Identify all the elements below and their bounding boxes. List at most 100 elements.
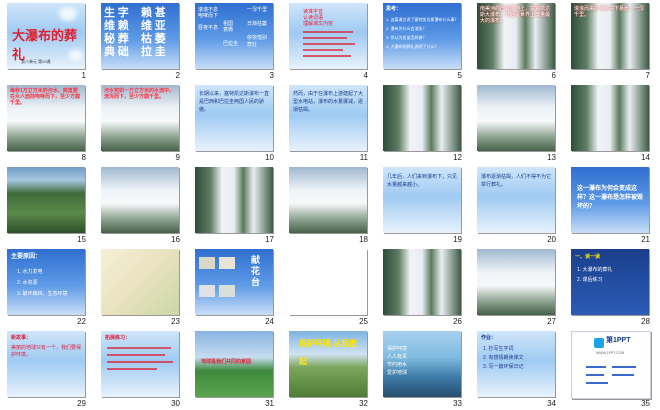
slide-number: 6 bbox=[551, 71, 556, 80]
slide-number: 32 bbox=[359, 399, 368, 408]
slide-number: 15 bbox=[77, 235, 86, 244]
slide-19-body: 几年后，人们来到瀑布下，只见水量越来越小。 bbox=[387, 174, 458, 188]
slide-2-col1: 生 字维 赖秘 葬典 础 bbox=[104, 7, 129, 58]
slide-11-canvas: 然而，由于在瀑布上游建起了大型水电站，瀑布的水量骤减，逐渐枯竭。 bbox=[289, 85, 367, 151]
slide-14-canvas bbox=[571, 85, 649, 151]
slide-thumb-19[interactable]: 几年后，人们来到瀑布下，只见水量越来越小。 19 bbox=[380, 164, 466, 246]
slide-10-body: 长期以来，塞特凯达斯瀑布一直是巴西和巴拉圭两国人民的骄傲。 bbox=[199, 91, 270, 113]
slide-thumb-5[interactable]: 思考： 1. 这篇课文讲了塞特凯达斯瀑布什么事？ 2. 瀑布为什么会消失？ 3. 你… bbox=[380, 0, 466, 82]
slide-number: 19 bbox=[453, 235, 462, 244]
slide-31-caption: 地球是我们共同的家园 bbox=[201, 359, 252, 365]
slide-21-canvas: 这一瀑布为何会变成这样？这一瀑布是怎样被毁坏的？ bbox=[571, 167, 649, 233]
slide-thumb-7[interactable]: 滚滚而来的河水冲下悬崖，一泻千里。 7 bbox=[568, 0, 654, 82]
slide-1-canvas: 大瀑布的葬礼 第八单元 第29课 bbox=[7, 3, 85, 69]
slide-thumb-17[interactable]: 17 bbox=[192, 164, 278, 246]
slide-24-caption: 献花台 bbox=[251, 255, 261, 287]
slide-thumb-30[interactable]: 拓展练习： 30 bbox=[98, 328, 184, 410]
slide-22-canvas: 主要原因： 1. 水力发电 2. 水资源 3. 破坏森林、生态环境 bbox=[7, 249, 85, 315]
slide-18-canvas bbox=[289, 167, 367, 233]
slide-number: 25 bbox=[359, 317, 368, 326]
slide-number: 3 bbox=[269, 71, 274, 80]
slide-thumb-16[interactable]: 16 bbox=[98, 164, 184, 246]
slide-33-body: 保护环境 人人有责 节约用水 爱护地球 bbox=[387, 346, 408, 376]
slide-4-canvas: 读准字音 认读词语 理解课文内容 bbox=[289, 3, 367, 69]
slide-thumb-27[interactable]: 27 bbox=[474, 246, 560, 328]
slide-number: 30 bbox=[171, 399, 180, 408]
slide-thumb-29[interactable]: 新故事： 美丽的地球只有一个，我们要保护环境。 29 bbox=[4, 328, 90, 410]
slide-6-body: 南美洲的巴拉那河上，塞特凯达斯大瀑布，曾经是世界上流量最大的瀑布。 bbox=[480, 6, 551, 25]
slide-28-canvas: 一、读一读 1. 大瀑布的葬礼 2. 课后练习 bbox=[571, 249, 649, 315]
slide-9-body: 河水宛如一万立方米的水流中，流泻而下，至少方圆千里。 bbox=[104, 88, 175, 101]
slide-20-body: 瀑布逐渐枯竭，人们不得不为它举行葬礼。 bbox=[481, 174, 552, 188]
slide-number: 14 bbox=[641, 153, 650, 162]
slide-thumb-23[interactable]: 23 bbox=[98, 246, 184, 328]
slide-35-canvas: 第1PPT WWW.1PPT.COM bbox=[571, 331, 651, 399]
slide-33-canvas: 保护环境 人人有责 节约用水 爱护地球 bbox=[383, 331, 461, 397]
slide-13-canvas bbox=[477, 85, 555, 151]
slide-number: 2 bbox=[175, 71, 180, 80]
slide-thumb-32[interactable]: 保护环境 从我做起 32 bbox=[286, 328, 372, 410]
slide-24-canvas: 献花台 bbox=[195, 249, 273, 315]
slide-2-col2: 赖 甚维 亚枯 萎拉 圭 bbox=[141, 7, 166, 58]
slide-number: 16 bbox=[171, 235, 180, 244]
slide-7-body: 滚滚而来的河水冲下悬崖，一泻千里。 bbox=[574, 6, 645, 19]
slide-thumb-20[interactable]: 瀑布逐渐枯竭，人们不得不为它举行葬礼。 20 bbox=[474, 164, 560, 246]
slide-thumb-34[interactable]: 作业： 1. 抄写生字词 2. 有感情朗读课文 3. 写一篇环保日记 34 bbox=[474, 328, 560, 410]
slide-thumb-31[interactable]: 地球是我们共同的家园 31 bbox=[192, 328, 278, 410]
slide-thumb-11[interactable]: 然而，由于在瀑布上游建起了大型水电站，瀑布的水量骤减，逐渐枯竭。 11 bbox=[286, 82, 372, 164]
slide-thumb-2[interactable]: 生 字维 赖秘 葬典 础 赖 甚维 亚枯 萎拉 圭 2 bbox=[98, 0, 184, 82]
slide-number: 8 bbox=[81, 153, 86, 162]
slide-10-canvas: 长期以来，塞特凯达斯瀑布一直是巴西和巴拉圭两国人民的骄傲。 bbox=[195, 85, 273, 151]
slide-thumb-25[interactable]: 25 bbox=[286, 246, 372, 328]
slide-28-body: 1. 大瀑布的葬礼 2. 课后练习 bbox=[577, 267, 613, 283]
slide-sorter-grid: 大瀑布的葬礼 第八单元 第29课 1 生 字维 赖秘 葬典 础 赖 甚维 亚枯 … bbox=[4, 0, 660, 410]
slide-1-subtitle: 第八单元 第29课 bbox=[21, 59, 51, 64]
slide-number: 22 bbox=[77, 317, 86, 326]
slide-35-url: WWW.1PPT.COM bbox=[596, 351, 625, 355]
slide-29-canvas: 新故事： 美丽的地球只有一个，我们要保护环境。 bbox=[7, 331, 85, 397]
slide-thumb-3[interactable]: 滚滚不息 咆哮而下 昼夜不息 祖国 衰微 巴拉圭 一泻千里 日渐枯萎 依依惜别 悲壮 3 bbox=[192, 0, 278, 82]
slide-thumb-10[interactable]: 长期以来，塞特凯达斯瀑布一直是巴西和巴拉圭两国人民的骄傲。 10 bbox=[192, 82, 278, 164]
slide-34-body: 1. 抄写生字词 2. 有感情朗读课文 3. 写一篇环保日记 bbox=[483, 346, 524, 370]
slide-12-canvas bbox=[383, 85, 461, 151]
slide-thumb-12[interactable]: 12 bbox=[380, 82, 466, 164]
slide-thumb-22[interactable]: 主要原因： 1. 水力发电 2. 水资源 3. 破坏森林、生态环境 22 bbox=[4, 246, 90, 328]
slide-number: 31 bbox=[265, 399, 274, 408]
slide-22-heading: 主要原因： bbox=[11, 254, 42, 260]
slide-number: 9 bbox=[175, 153, 180, 162]
slide-thumb-6[interactable]: 南美洲的巴拉那河上，塞特凯达斯大瀑布，曾经是世界上流量最大的瀑布。 6 bbox=[474, 0, 560, 82]
slide-thumb-14[interactable]: 14 bbox=[568, 82, 654, 164]
slide-thumb-9[interactable]: 河水宛如一万立方米的水流中，流泻而下，至少方圆千里。 9 bbox=[98, 82, 184, 164]
slide-number: 18 bbox=[359, 235, 368, 244]
slide-thumb-13[interactable]: 13 bbox=[474, 82, 560, 164]
slide-29-heading: 新故事： bbox=[11, 335, 32, 341]
slide-thumb-1[interactable]: 大瀑布的葬礼 第八单元 第29课 1 bbox=[4, 0, 90, 82]
slide-thumb-8[interactable]: 每秒1万立方米的河水，简直要在众人面前咆哮而下，至少方圆千里。 8 bbox=[4, 82, 90, 164]
slide-thumb-18[interactable]: 18 bbox=[286, 164, 372, 246]
slide-4-body: 读准字音 认读词语 理解课文内容 bbox=[303, 9, 334, 28]
slide-thumb-24[interactable]: 献花台 24 bbox=[192, 246, 278, 328]
slide-number: 12 bbox=[453, 153, 462, 162]
slide-11-body: 然而，由于在瀑布上游建起了大型水电站，瀑布的水量骤减，逐渐枯竭。 bbox=[293, 91, 364, 113]
slide-26-canvas bbox=[383, 249, 461, 315]
slide-thumb-26[interactable]: 26 bbox=[380, 246, 466, 328]
slide-15-canvas bbox=[7, 167, 85, 233]
slide-number: 29 bbox=[77, 399, 86, 408]
slide-number: 4 bbox=[363, 71, 368, 80]
slide-17-canvas bbox=[195, 167, 273, 233]
slide-thumb-15[interactable]: 15 bbox=[4, 164, 90, 246]
slide-number: 10 bbox=[265, 153, 274, 162]
slide-number: 28 bbox=[641, 317, 650, 326]
slide-thumb-28[interactable]: 一、读一读 1. 大瀑布的葬礼 2. 课后练习 28 bbox=[568, 246, 654, 328]
slide-2-canvas: 生 字维 赖秘 葬典 础 赖 甚维 亚枯 萎拉 圭 bbox=[101, 3, 179, 69]
slide-20-canvas: 瀑布逐渐枯竭，人们不得不为它举行葬礼。 bbox=[477, 167, 555, 233]
slide-thumb-21[interactable]: 这一瀑布为何会变成这样？这一瀑布是怎样被毁坏的？ 21 bbox=[568, 164, 654, 246]
slide-5-heading: 思考： bbox=[386, 6, 402, 12]
slide-number: 21 bbox=[641, 235, 650, 244]
slide-thumb-35[interactable]: 第1PPT WWW.1PPT.COM 35 bbox=[568, 328, 654, 410]
slide-7-canvas: 滚滚而来的河水冲下悬崖，一泻千里。 bbox=[571, 3, 649, 69]
slide-thumb-4[interactable]: 读准字音 认读词语 理解课文内容 4 bbox=[286, 0, 372, 82]
slide-thumb-33[interactable]: 保护环境 人人有责 节约用水 爱护地球 33 bbox=[380, 328, 466, 410]
slide-number: 20 bbox=[547, 235, 556, 244]
slide-30-heading: 拓展练习： bbox=[105, 335, 131, 341]
